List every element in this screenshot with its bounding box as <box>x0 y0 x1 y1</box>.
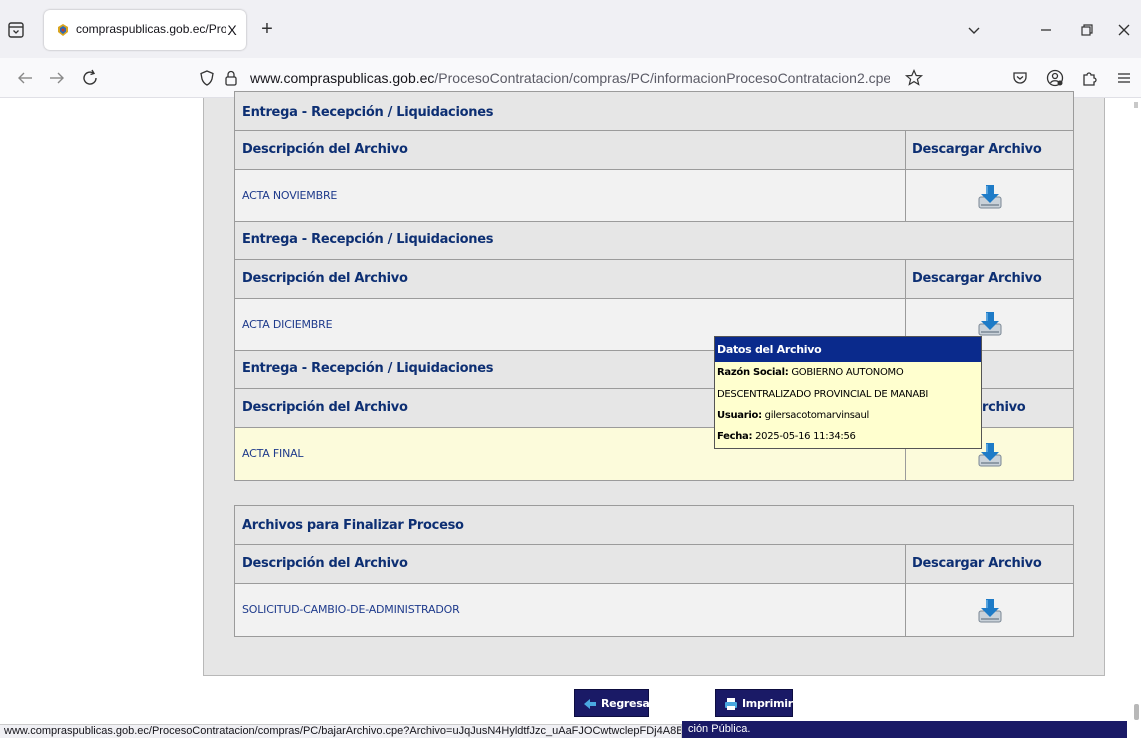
new-tab-button[interactable]: + <box>256 18 278 40</box>
url-domain: www.compraspublicas.gob.ec <box>250 70 435 86</box>
scrollbar-marker <box>1134 102 1138 108</box>
tab-close-icon[interactable]: X <box>224 22 240 38</box>
url-bar[interactable]: www.compraspublicas.gob.ec/ProcesoContra… <box>192 62 934 94</box>
browser-window: compraspublicas.gob.ec/Proces X + www.co… <box>0 0 1141 738</box>
url-text[interactable]: www.compraspublicas.gob.ec/ProcesoContra… <box>250 70 890 86</box>
reload-icon[interactable] <box>78 66 102 90</box>
column-header-description: Descripción del Archivo <box>235 545 906 583</box>
pocket-icon[interactable] <box>1010 68 1030 88</box>
tooltip-usuario: Usuario: gilersacotomarvinsaul <box>717 410 870 421</box>
file-description-link[interactable]: SOLICITUD-CAMBIO-DE-ADMINISTRADOR <box>242 603 460 616</box>
section-title: Archivos para Finalizar Proceso <box>242 518 464 533</box>
section-header-row: Entrega - Recepción / Liquidaciones <box>235 92 1073 131</box>
column-header-description: Descripción del Archivo <box>235 131 906 169</box>
section-title: Entrega - Recepción / Liquidaciones <box>242 232 494 247</box>
menu-icon[interactable] <box>1114 68 1134 88</box>
section-header-row: Archivos para Finalizar Proceso <box>235 506 1073 545</box>
column-header-row: Descripción del Archivo Descargar Archiv… <box>235 131 1073 170</box>
download-icon[interactable] <box>975 309 1005 339</box>
file-info-tooltip: Datos del Archivo Razón Social: GOBIERNO… <box>714 336 982 449</box>
tab-bar: compraspublicas.gob.ec/Proces X + <box>0 0 1141 58</box>
close-window-icon[interactable] <box>1112 18 1136 42</box>
column-header-row: Descripción del Archivo Descargar Archiv… <box>235 260 1073 299</box>
extensions-icon[interactable] <box>1079 68 1099 88</box>
scrollbar-track[interactable] <box>1127 98 1141 738</box>
file-description-link[interactable]: ACTA DICIEMBRE <box>242 318 333 331</box>
tooltip-fecha: Fecha: 2025-05-16 11:34:56 <box>717 431 856 442</box>
column-header-description: Descripción del Archivo <box>235 260 906 298</box>
account-icon[interactable] <box>1045 68 1065 88</box>
tab-list-icon[interactable] <box>6 20 26 40</box>
printer-icon <box>725 698 737 710</box>
forward-arrow-icon[interactable] <box>44 66 68 90</box>
minimize-icon[interactable] <box>1034 18 1058 42</box>
tracking-protection-icon[interactable] <box>198 69 216 87</box>
file-table-finalizar: Archivos para Finalizar Proceso Descripc… <box>234 505 1074 637</box>
tooltip-razon-social-cont: DESCENTRALIZADO PROVINCIAL DE MANABI <box>717 389 929 400</box>
back-arrow-icon[interactable] <box>14 66 38 90</box>
back-button[interactable]: Regresar <box>574 689 655 717</box>
restore-icon[interactable] <box>1074 18 1098 42</box>
lock-icon[interactable] <box>222 69 240 87</box>
table-row: SOLICITUD-CAMBIO-DE-ADMINISTRADOR <box>235 584 1073 636</box>
download-icon[interactable] <box>975 596 1005 626</box>
file-description-link[interactable]: ACTA NOVIEMBRE <box>242 189 337 202</box>
section-title: Entrega - Recepción / Liquidaciones <box>242 105 494 120</box>
tab-title: compraspublicas.gob.ec/Proces <box>76 22 226 36</box>
column-header-row: Descripción del Archivo Descargar Archiv… <box>235 545 1073 584</box>
column-header-download: Descargar Archivo <box>912 142 1042 157</box>
table-row: ACTA NOVIEMBRE <box>235 170 1073 222</box>
print-button[interactable]: Imprimir <box>715 689 793 717</box>
back-arrow-icon <box>584 699 596 709</box>
column-header-download: Descargar Archivo <box>912 271 1042 286</box>
section-title: Entrega - Recepción / Liquidaciones <box>242 361 494 376</box>
section-header-row: Entrega - Recepción / Liquidaciones <box>235 222 1073 260</box>
bookmark-star-icon[interactable] <box>904 68 924 88</box>
status-bar-url: www.compraspublicas.gob.ec/ProcesoContra… <box>0 724 682 738</box>
tooltip-title: Datos del Archivo <box>715 337 981 362</box>
tab-active[interactable]: compraspublicas.gob.ec/Proces X <box>44 10 246 50</box>
column-header-download: Descargar Archivo <box>912 556 1042 571</box>
scrollbar-thumb[interactable] <box>1134 704 1139 720</box>
url-path: /ProcesoContratacion/compras/PC/informac… <box>434 70 890 86</box>
file-description-link[interactable]: ACTA FINAL <box>242 447 304 460</box>
footer-bar: ción Pública. <box>682 721 1127 738</box>
tooltip-razon-social: Razón Social: GOBIERNO AUTONOMO <box>717 367 904 378</box>
download-icon[interactable] <box>975 182 1005 212</box>
site-favicon-icon <box>58 24 68 36</box>
list-all-tabs-icon[interactable] <box>962 18 986 42</box>
